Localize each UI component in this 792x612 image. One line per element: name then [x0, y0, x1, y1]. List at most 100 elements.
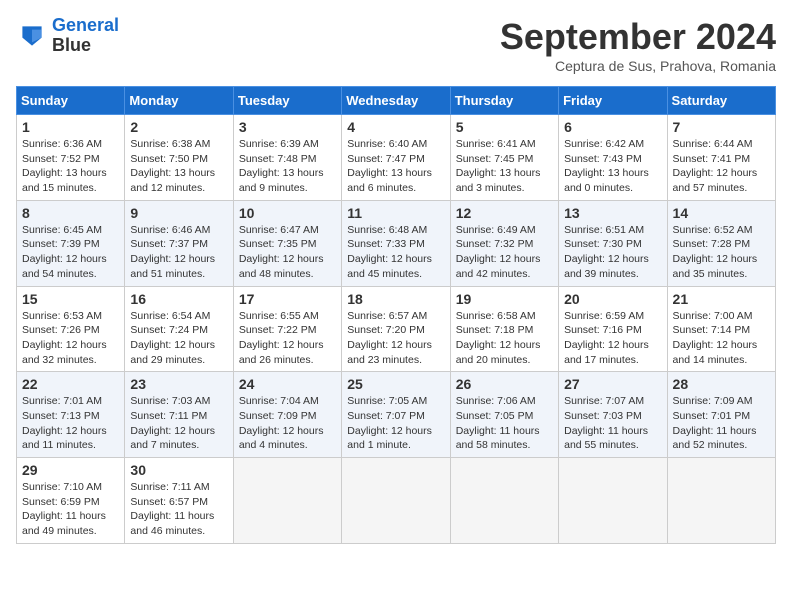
calendar-header-friday: Friday — [559, 87, 667, 115]
day-number: 22 — [22, 376, 119, 392]
day-number: 26 — [456, 376, 553, 392]
title-block: September 2024 Ceptura de Sus, Prahova, … — [500, 16, 776, 74]
day-number: 10 — [239, 205, 336, 221]
day-number: 29 — [22, 462, 119, 478]
calendar-cell: 15 Sunrise: 6:53 AM Sunset: 7:26 PM Dayl… — [17, 286, 125, 372]
calendar-cell: 7 Sunrise: 6:44 AM Sunset: 7:41 PM Dayli… — [667, 115, 775, 201]
calendar-cell: 8 Sunrise: 6:45 AM Sunset: 7:39 PM Dayli… — [17, 200, 125, 286]
day-number: 15 — [22, 291, 119, 307]
calendar-cell: 6 Sunrise: 6:42 AM Sunset: 7:43 PM Dayli… — [559, 115, 667, 201]
day-info: Sunrise: 6:48 AM Sunset: 7:33 PM Dayligh… — [347, 223, 444, 282]
day-info: Sunrise: 6:46 AM Sunset: 7:37 PM Dayligh… — [130, 223, 227, 282]
day-number: 28 — [673, 376, 770, 392]
day-info: Sunrise: 6:38 AM Sunset: 7:50 PM Dayligh… — [130, 137, 227, 196]
calendar-week-row: 15 Sunrise: 6:53 AM Sunset: 7:26 PM Dayl… — [17, 286, 776, 372]
calendar-cell: 22 Sunrise: 7:01 AM Sunset: 7:13 PM Dayl… — [17, 372, 125, 458]
calendar-cell: 13 Sunrise: 6:51 AM Sunset: 7:30 PM Dayl… — [559, 200, 667, 286]
calendar-week-row: 1 Sunrise: 6:36 AM Sunset: 7:52 PM Dayli… — [17, 115, 776, 201]
day-info: Sunrise: 6:53 AM Sunset: 7:26 PM Dayligh… — [22, 309, 119, 368]
day-info: Sunrise: 6:42 AM Sunset: 7:43 PM Dayligh… — [564, 137, 661, 196]
day-number: 17 — [239, 291, 336, 307]
day-number: 23 — [130, 376, 227, 392]
day-number: 16 — [130, 291, 227, 307]
calendar-table: SundayMondayTuesdayWednesdayThursdayFrid… — [16, 86, 776, 544]
day-info: Sunrise: 6:52 AM Sunset: 7:28 PM Dayligh… — [673, 223, 770, 282]
calendar-cell — [233, 458, 341, 544]
day-info: Sunrise: 6:51 AM Sunset: 7:30 PM Dayligh… — [564, 223, 661, 282]
calendar-cell: 10 Sunrise: 6:47 AM Sunset: 7:35 PM Dayl… — [233, 200, 341, 286]
calendar-cell: 12 Sunrise: 6:49 AM Sunset: 7:32 PM Dayl… — [450, 200, 558, 286]
logo: General Blue — [16, 16, 119, 56]
calendar-cell: 26 Sunrise: 7:06 AM Sunset: 7:05 PM Dayl… — [450, 372, 558, 458]
calendar-header-sunday: Sunday — [17, 87, 125, 115]
day-number: 4 — [347, 119, 444, 135]
day-info: Sunrise: 6:55 AM Sunset: 7:22 PM Dayligh… — [239, 309, 336, 368]
day-info: Sunrise: 6:40 AM Sunset: 7:47 PM Dayligh… — [347, 137, 444, 196]
calendar-cell: 1 Sunrise: 6:36 AM Sunset: 7:52 PM Dayli… — [17, 115, 125, 201]
day-info: Sunrise: 7:01 AM Sunset: 7:13 PM Dayligh… — [22, 394, 119, 453]
day-number: 24 — [239, 376, 336, 392]
calendar-header-thursday: Thursday — [450, 87, 558, 115]
day-number: 14 — [673, 205, 770, 221]
calendar-cell: 20 Sunrise: 6:59 AM Sunset: 7:16 PM Dayl… — [559, 286, 667, 372]
day-number: 8 — [22, 205, 119, 221]
day-number: 3 — [239, 119, 336, 135]
day-info: Sunrise: 6:59 AM Sunset: 7:16 PM Dayligh… — [564, 309, 661, 368]
calendar-cell: 25 Sunrise: 7:05 AM Sunset: 7:07 PM Dayl… — [342, 372, 450, 458]
day-info: Sunrise: 6:57 AM Sunset: 7:20 PM Dayligh… — [347, 309, 444, 368]
day-number: 13 — [564, 205, 661, 221]
calendar-header-row: SundayMondayTuesdayWednesdayThursdayFrid… — [17, 87, 776, 115]
calendar-week-row: 29 Sunrise: 7:10 AM Sunset: 6:59 PM Dayl… — [17, 458, 776, 544]
day-info: Sunrise: 6:41 AM Sunset: 7:45 PM Dayligh… — [456, 137, 553, 196]
calendar-cell: 5 Sunrise: 6:41 AM Sunset: 7:45 PM Dayli… — [450, 115, 558, 201]
day-info: Sunrise: 6:36 AM Sunset: 7:52 PM Dayligh… — [22, 137, 119, 196]
calendar-cell: 30 Sunrise: 7:11 AM Sunset: 6:57 PM Dayl… — [125, 458, 233, 544]
calendar-cell: 16 Sunrise: 6:54 AM Sunset: 7:24 PM Dayl… — [125, 286, 233, 372]
calendar-cell: 18 Sunrise: 6:57 AM Sunset: 7:20 PM Dayl… — [342, 286, 450, 372]
day-info: Sunrise: 6:54 AM Sunset: 7:24 PM Dayligh… — [130, 309, 227, 368]
day-number: 20 — [564, 291, 661, 307]
day-info: Sunrise: 7:11 AM Sunset: 6:57 PM Dayligh… — [130, 480, 227, 539]
calendar-cell — [450, 458, 558, 544]
day-info: Sunrise: 7:10 AM Sunset: 6:59 PM Dayligh… — [22, 480, 119, 539]
logo-text: General Blue — [52, 16, 119, 56]
month-title: September 2024 — [500, 16, 776, 58]
calendar-cell: 9 Sunrise: 6:46 AM Sunset: 7:37 PM Dayli… — [125, 200, 233, 286]
day-info: Sunrise: 7:07 AM Sunset: 7:03 PM Dayligh… — [564, 394, 661, 453]
calendar-cell — [342, 458, 450, 544]
calendar-cell: 3 Sunrise: 6:39 AM Sunset: 7:48 PM Dayli… — [233, 115, 341, 201]
day-number: 21 — [673, 291, 770, 307]
day-info: Sunrise: 7:05 AM Sunset: 7:07 PM Dayligh… — [347, 394, 444, 453]
calendar-cell: 2 Sunrise: 6:38 AM Sunset: 7:50 PM Dayli… — [125, 115, 233, 201]
day-number: 11 — [347, 205, 444, 221]
calendar-cell: 19 Sunrise: 6:58 AM Sunset: 7:18 PM Dayl… — [450, 286, 558, 372]
day-info: Sunrise: 6:44 AM Sunset: 7:41 PM Dayligh… — [673, 137, 770, 196]
day-number: 27 — [564, 376, 661, 392]
day-number: 12 — [456, 205, 553, 221]
calendar-cell: 23 Sunrise: 7:03 AM Sunset: 7:11 PM Dayl… — [125, 372, 233, 458]
day-info: Sunrise: 6:39 AM Sunset: 7:48 PM Dayligh… — [239, 137, 336, 196]
logo-icon — [16, 20, 48, 52]
calendar-cell: 29 Sunrise: 7:10 AM Sunset: 6:59 PM Dayl… — [17, 458, 125, 544]
calendar-cell: 28 Sunrise: 7:09 AM Sunset: 7:01 PM Dayl… — [667, 372, 775, 458]
day-number: 19 — [456, 291, 553, 307]
calendar-cell: 17 Sunrise: 6:55 AM Sunset: 7:22 PM Dayl… — [233, 286, 341, 372]
calendar-cell: 14 Sunrise: 6:52 AM Sunset: 7:28 PM Dayl… — [667, 200, 775, 286]
day-info: Sunrise: 6:47 AM Sunset: 7:35 PM Dayligh… — [239, 223, 336, 282]
calendar-cell: 4 Sunrise: 6:40 AM Sunset: 7:47 PM Dayli… — [342, 115, 450, 201]
calendar-header-saturday: Saturday — [667, 87, 775, 115]
calendar-cell: 11 Sunrise: 6:48 AM Sunset: 7:33 PM Dayl… — [342, 200, 450, 286]
day-info: Sunrise: 7:00 AM Sunset: 7:14 PM Dayligh… — [673, 309, 770, 368]
calendar-header-wednesday: Wednesday — [342, 87, 450, 115]
calendar-cell — [559, 458, 667, 544]
day-number: 1 — [22, 119, 119, 135]
calendar-header-monday: Monday — [125, 87, 233, 115]
day-info: Sunrise: 7:06 AM Sunset: 7:05 PM Dayligh… — [456, 394, 553, 453]
location: Ceptura de Sus, Prahova, Romania — [500, 58, 776, 74]
page-header: General Blue September 2024 Ceptura de S… — [16, 16, 776, 74]
day-info: Sunrise: 7:09 AM Sunset: 7:01 PM Dayligh… — [673, 394, 770, 453]
calendar-cell — [667, 458, 775, 544]
calendar-week-row: 22 Sunrise: 7:01 AM Sunset: 7:13 PM Dayl… — [17, 372, 776, 458]
day-number: 7 — [673, 119, 770, 135]
day-number: 5 — [456, 119, 553, 135]
